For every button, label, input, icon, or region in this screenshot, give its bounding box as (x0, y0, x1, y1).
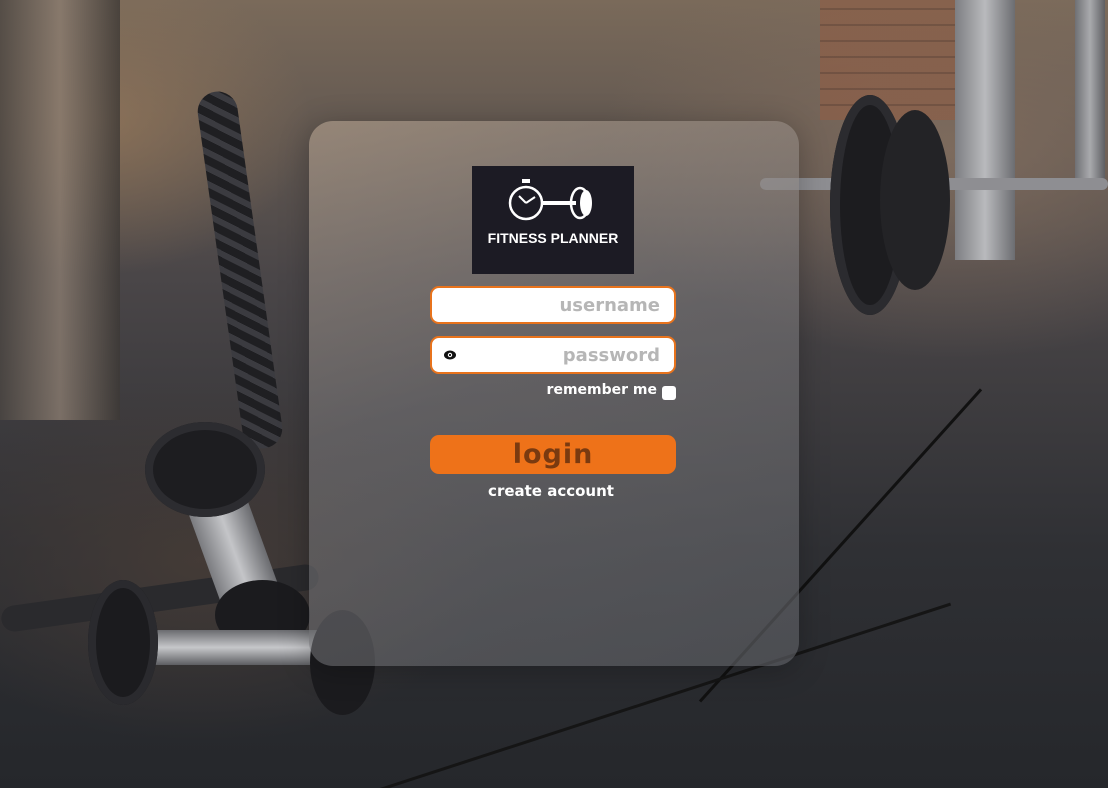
eye-icon[interactable] (443, 349, 457, 361)
app-logo: FITNESS PLANNER (472, 166, 634, 274)
brick-wall (820, 0, 960, 120)
battle-rope (195, 88, 285, 452)
gym-machine (0, 0, 120, 420)
dumbbell-weight (145, 422, 265, 517)
login-button[interactable]: login (430, 435, 676, 474)
remember-me-checkbox[interactable] (662, 386, 676, 400)
pillar (1075, 0, 1105, 180)
remember-me-label: remember me (546, 382, 657, 398)
create-account-link[interactable]: create account (430, 482, 672, 500)
username-field[interactable] (430, 286, 676, 324)
pillar (955, 0, 1015, 260)
dumbbell-handle (140, 630, 320, 665)
stopwatch-barbell-icon (508, 179, 592, 221)
password-input[interactable] (462, 338, 660, 372)
dumbbell-weight (88, 580, 158, 705)
weight-plate (880, 110, 950, 290)
password-field[interactable] (430, 336, 676, 374)
logo-text: FITNESS PLANNER (487, 230, 619, 246)
username-input[interactable] (462, 288, 660, 322)
